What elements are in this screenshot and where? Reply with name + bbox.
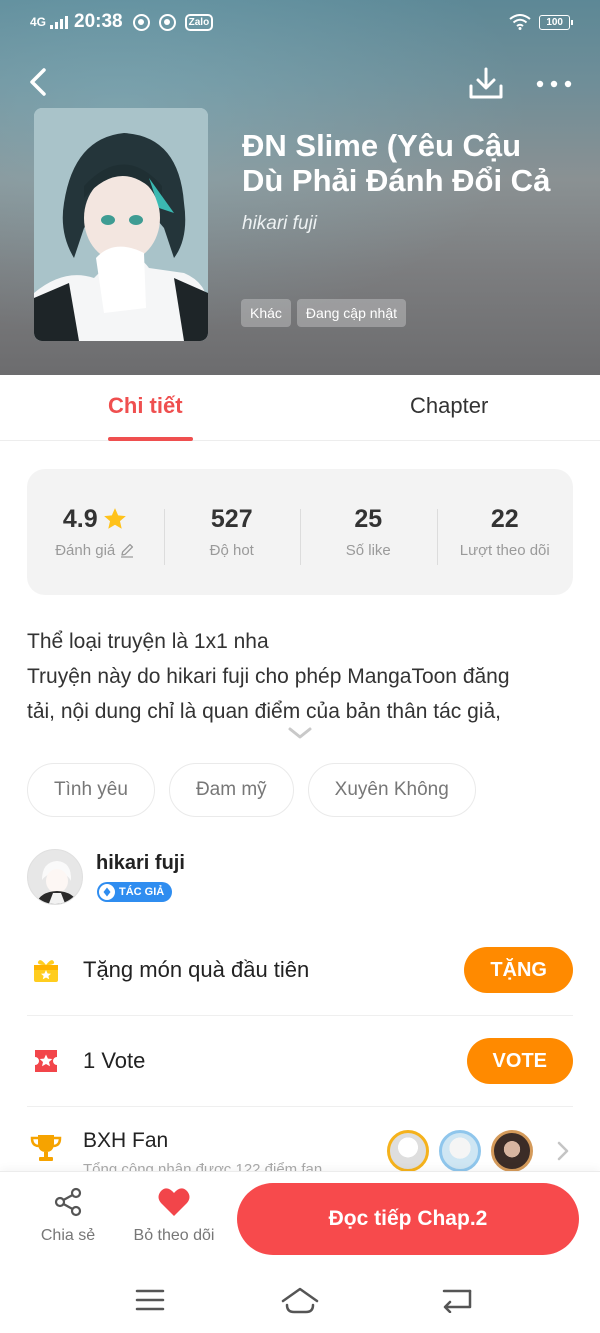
author-avatar[interactable]	[27, 849, 83, 905]
battery-indicator: 100	[539, 14, 573, 30]
download-icon[interactable]	[468, 66, 504, 102]
expand-chevron-icon[interactable]	[287, 724, 313, 742]
author-name[interactable]: hikari fuji	[96, 852, 185, 875]
category-tag[interactable]: Khác	[241, 299, 291, 327]
heart-icon	[158, 1188, 190, 1216]
star-icon	[103, 508, 126, 529]
status-time: 20:38	[74, 11, 123, 32]
author-badge: TÁC GIẢ	[97, 882, 173, 902]
vote-row: 1 Vote VOTE	[27, 1016, 573, 1107]
book-header: 4G 20:38 Zalo 100 ĐN Slime (Yêu Cậu Dù P…	[0, 0, 600, 375]
tab-bar: Chi tiết Chapter	[0, 375, 600, 441]
top-fans	[387, 1130, 533, 1172]
update-status-tag: Đang cập nhật	[296, 299, 406, 327]
fan-ranking-row[interactable]: BXH Fan Tổng cộng nhận được 122 điểm fan	[27, 1107, 573, 1178]
wifi-icon	[509, 14, 531, 30]
chrome-icon	[158, 13, 176, 31]
status-bar: 4G 20:38 Zalo 100	[0, 0, 600, 44]
bottom-action-bar: Chia sẻ Bỏ theo dõi Đọc tiếp Chap.2	[0, 1171, 600, 1269]
signal-icon	[50, 15, 69, 29]
followers-label: Lượt theo dõi	[459, 541, 550, 559]
share-button[interactable]: Chia sẻ	[30, 1186, 106, 1245]
fan-avatar[interactable]	[439, 1130, 481, 1172]
rating-label: Đánh giá	[55, 541, 116, 559]
vote-button[interactable]: VOTE	[466, 1038, 573, 1084]
menu-icon[interactable]	[135, 1287, 165, 1313]
genre-tag[interactable]: Đam mỹ	[168, 763, 294, 817]
hot-value: 527	[210, 504, 253, 533]
description-line: Truyện này do hikari fuji cho phép Manga…	[27, 665, 510, 688]
share-label: Chia sẻ	[40, 1227, 96, 1244]
more-icon[interactable]	[534, 70, 574, 98]
fan-avatar[interactable]	[491, 1130, 533, 1172]
author-badge-label: TÁC GIẢ	[119, 886, 165, 898]
likes-value: 25	[354, 504, 383, 533]
chrome-icon	[132, 13, 150, 31]
chevron-right-icon[interactable]	[557, 1141, 569, 1161]
gift-row: Tặng món quà đầu tiên TẶNG	[27, 925, 573, 1016]
system-nav-bar	[0, 1269, 600, 1333]
unfollow-label: Bỏ theo dõi	[133, 1227, 215, 1244]
stat-likes: 25 Số like	[300, 504, 437, 565]
stat-rating[interactable]: 4.9 Đánh giá	[27, 505, 164, 560]
stat-hot: 527 Độ hot	[163, 504, 301, 565]
likes-label: Số like	[345, 541, 391, 559]
unfollow-button[interactable]: Bỏ theo dõi	[128, 1186, 220, 1245]
tab-chapter[interactable]: Chapter	[410, 393, 488, 419]
pen-nib-icon	[99, 884, 115, 900]
vote-ticket-icon	[35, 1050, 57, 1072]
fan-avatar[interactable]	[387, 1130, 429, 1172]
tab-detail[interactable]: Chi tiết	[108, 393, 183, 419]
edit-icon	[121, 543, 134, 558]
gift-button[interactable]: TẶNG	[464, 947, 573, 993]
followers-value: 22	[490, 504, 519, 533]
trophy-icon	[30, 1135, 62, 1161]
stat-followers: 22 Lượt theo dõi	[436, 504, 574, 565]
book-description: Thể loại truyện là 1x1 nha Truyện này do…	[27, 624, 575, 729]
continue-reading-button[interactable]: Đọc tiếp Chap.2	[237, 1183, 579, 1255]
status-tags: Khác Đang cập nhật	[241, 299, 406, 327]
book-title-text: ĐN Slime (Yêu Cậu Dù Phải Đánh Đổi Cả	[242, 128, 551, 198]
vote-label: 1 Vote	[83, 1048, 146, 1073]
stats-card: 4.9 Đánh giá 527 Độ hot 25 Số like 22 Lư…	[27, 469, 573, 595]
book-title: ĐN Slime (Yêu Cậu Dù Phải Đánh Đổi Cả	[242, 128, 582, 198]
genre-tag[interactable]: Tình yêu	[27, 763, 155, 817]
back-nav-icon[interactable]	[440, 1285, 474, 1313]
gift-label: Tặng món quà đầu tiên	[83, 957, 310, 982]
hot-label: Độ hot	[209, 541, 254, 559]
rating-value: 4.9	[62, 504, 98, 533]
active-tab-indicator	[108, 437, 193, 441]
book-author[interactable]: hikari fuji	[242, 213, 317, 235]
genre-tags: Tình yêu Đam mỹ Xuyên Không	[27, 763, 476, 817]
description-line: Thể loại truyện là 1x1 nha	[27, 630, 269, 653]
fan-ranking-title: BXH Fan	[83, 1129, 169, 1152]
gift-icon	[34, 960, 58, 982]
share-icon	[54, 1187, 82, 1217]
back-icon[interactable]	[24, 64, 54, 100]
zalo-icon: Zalo	[184, 13, 214, 31]
home-icon[interactable]	[280, 1285, 320, 1315]
network-type: 4G	[30, 15, 47, 29]
book-cover	[34, 108, 208, 341]
genre-tag[interactable]: Xuyên Không	[307, 763, 476, 817]
